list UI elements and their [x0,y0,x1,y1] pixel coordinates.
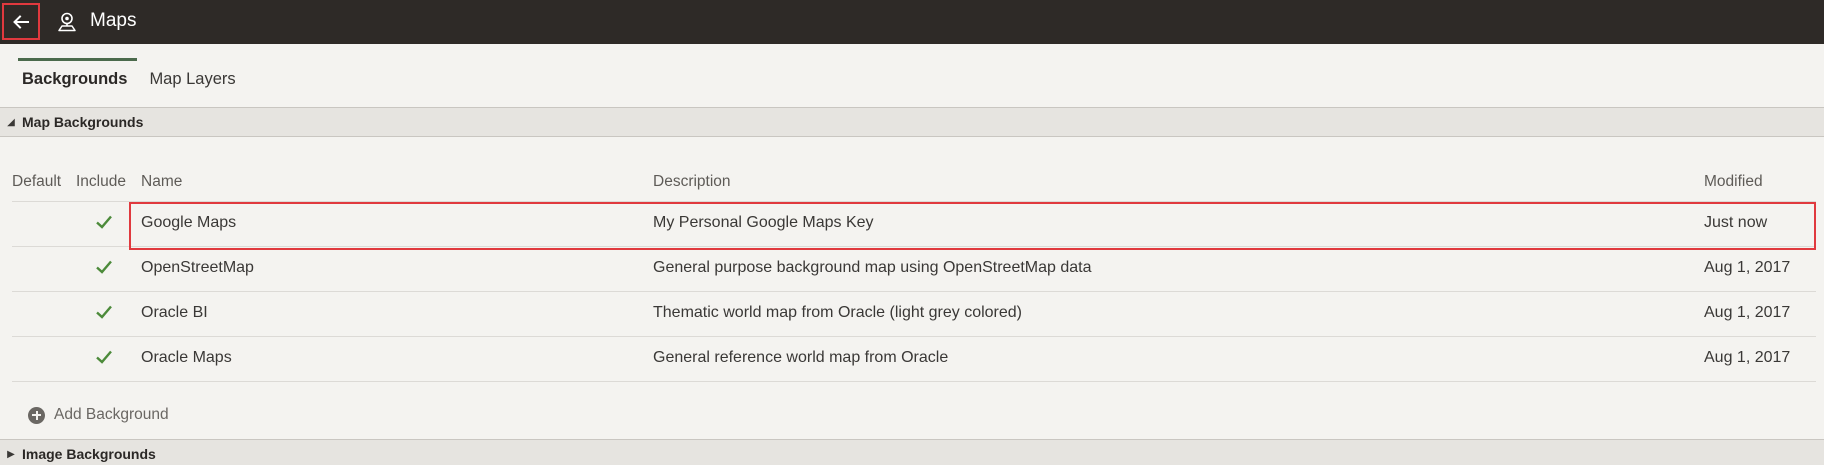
table-row[interactable]: Oracle BI Thematic world map from Oracle… [12,292,1816,337]
row-modified: Aug 1, 2017 [1704,349,1791,366]
row-description: My Personal Google Maps Key [653,214,874,231]
map-backgrounds-section-header[interactable]: ◢ Map Backgrounds [0,107,1824,137]
row-name: Oracle BI [141,304,208,321]
tab-backgrounds[interactable]: Backgrounds [18,58,138,100]
caret-down-icon: ◢ [7,116,15,128]
column-header-description[interactable]: Description [653,173,731,191]
section-title: Image Backgrounds [22,446,156,462]
row-name: OpenStreetMap [141,259,254,276]
page-title: Maps [90,10,137,31]
map-pin-icon [58,12,76,32]
checkmark-icon[interactable] [94,348,114,366]
back-button[interactable] [2,3,40,40]
checkmark-icon[interactable] [94,303,114,321]
checkmark-icon[interactable] [94,258,114,276]
arrow-left-icon [13,14,29,29]
column-header-default[interactable]: Default [12,173,61,191]
app-header: Maps [0,0,1824,44]
column-header-name[interactable]: Name [141,173,182,191]
table-row[interactable]: Oracle Maps General reference world map … [12,337,1816,382]
image-backgrounds-section-header[interactable]: ▶ Image Backgrounds [0,439,1824,465]
column-header-include[interactable]: Include [76,173,126,191]
table-row[interactable]: OpenStreetMap General purpose background… [12,247,1816,292]
tab-map-layers[interactable]: Map Layers [145,58,239,100]
row-description: General purpose background map using Ope… [653,259,1092,276]
row-modified: Aug 1, 2017 [1704,304,1791,321]
caret-right-icon: ▶ [7,448,15,460]
checkmark-icon[interactable] [94,213,114,231]
row-name: Oracle Maps [141,349,232,366]
add-background-label: Add Background [54,406,169,423]
row-modified: Aug 1, 2017 [1704,259,1791,276]
row-description: General reference world map from Oracle [653,349,949,366]
table-header: Default Include Name Description Modifie… [12,165,1816,202]
tab-bar: Backgrounds Map Layers [18,58,240,100]
column-header-modified[interactable]: Modified [1704,173,1763,191]
row-description: Thematic world map from Oracle (light gr… [653,304,1023,321]
table-row[interactable]: Google Maps My Personal Google Maps Key … [12,202,1816,247]
row-modified: Just now [1704,214,1768,231]
row-name: Google Maps [141,214,237,231]
section-title: Map Backgrounds [22,114,144,130]
map-backgrounds-table: Default Include Name Description Modifie… [12,165,1816,382]
plus-circle-icon [28,406,45,424]
add-background-button[interactable]: Add Background [28,406,169,424]
